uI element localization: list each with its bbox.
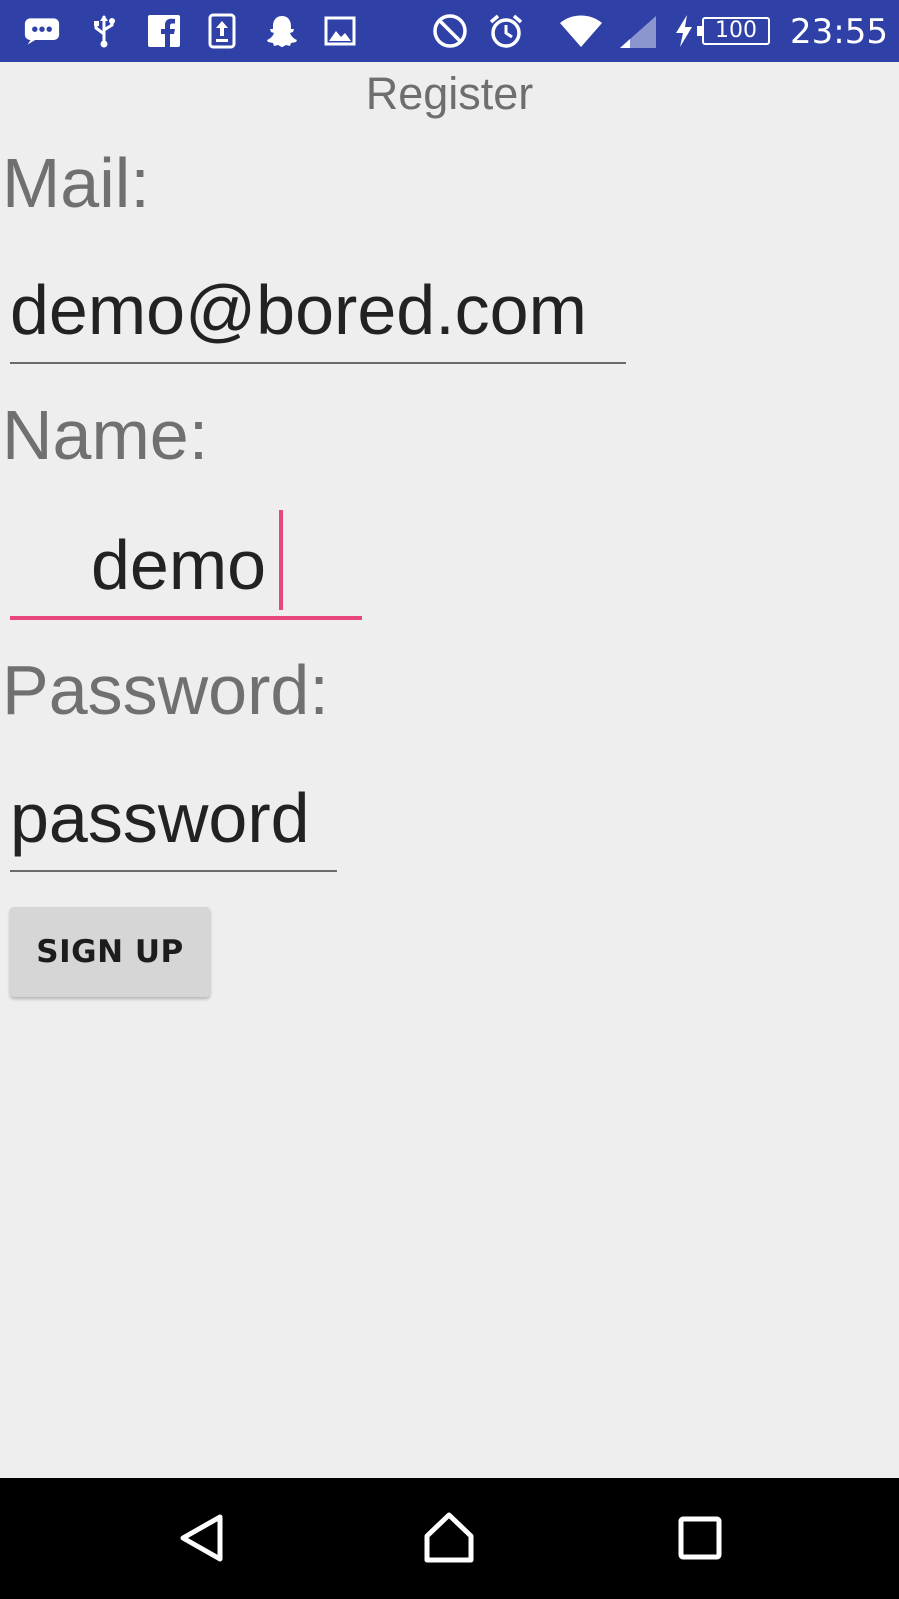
name-label: Name:: [2, 396, 209, 474]
upload-icon: [204, 13, 240, 49]
recents-icon[interactable]: [668, 1506, 732, 1570]
page-title: Register: [365, 68, 534, 119]
do-not-disturb-icon: [432, 13, 468, 49]
snapchat-icon: [264, 13, 300, 49]
navigation-bar: [0, 1478, 899, 1599]
alarm-icon: [488, 13, 524, 49]
clock: 23:55: [790, 12, 888, 52]
back-icon[interactable]: [170, 1506, 234, 1570]
charging-icon: [672, 13, 696, 49]
wifi-icon: [558, 13, 604, 49]
name-field-value: demo: [91, 526, 267, 604]
mail-label: Mail:: [2, 144, 150, 222]
signal-icon: [616, 13, 660, 49]
message-icon: [24, 13, 60, 49]
password-label: Password:: [2, 651, 329, 729]
mail-field-value: demo@bored.com: [10, 271, 587, 349]
battery-level: 100: [715, 18, 757, 43]
sign-up-button[interactable]: SIGN UP: [10, 907, 210, 997]
facebook-icon: [146, 13, 182, 49]
usb-icon: [86, 13, 122, 49]
name-field[interactable]: demo: [10, 530, 362, 620]
text-cursor: [279, 510, 283, 610]
home-icon[interactable]: [417, 1506, 481, 1570]
password-field-value: password: [10, 779, 310, 857]
password-field[interactable]: password: [10, 783, 337, 872]
mail-field[interactable]: demo@bored.com: [10, 275, 626, 364]
image-icon: [322, 13, 358, 49]
battery-icon: 100: [697, 17, 770, 45]
status-bar: 100 23:55: [0, 0, 899, 62]
